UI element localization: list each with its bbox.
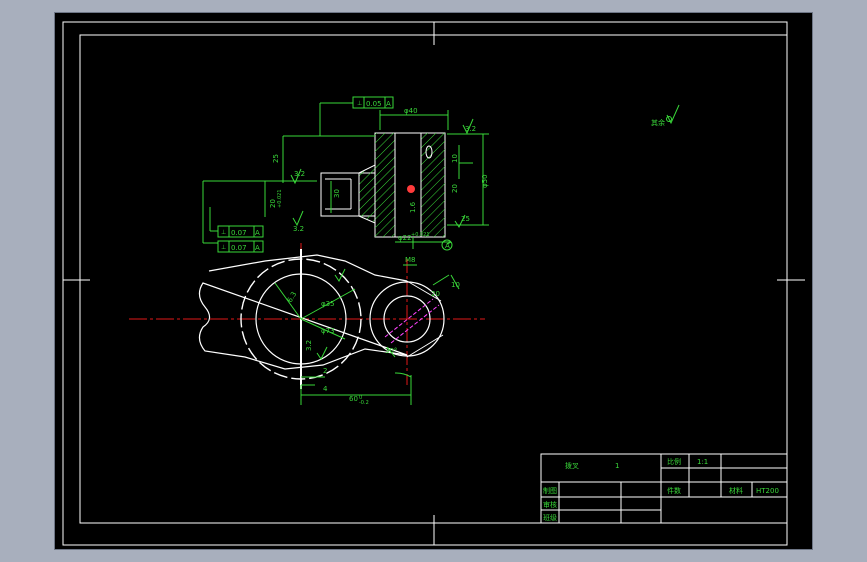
tb-drawn-by: 制图 bbox=[543, 486, 557, 495]
surface-25: 25 bbox=[461, 215, 470, 223]
surface-16: 1.6 bbox=[409, 201, 417, 213]
svg-text:⊥: ⊥ bbox=[221, 229, 226, 236]
tol-perp-symbol: ⊥ bbox=[357, 100, 362, 107]
tb-checked-by: 审核 bbox=[543, 500, 557, 509]
tolerance-left-2-datum: A bbox=[255, 244, 260, 252]
tb-count-label: 件数 bbox=[667, 486, 681, 495]
tb-scale-value: 1:1 bbox=[697, 458, 708, 466]
boss-hatch-left bbox=[375, 133, 395, 237]
dim-top-width: φ40 bbox=[404, 107, 418, 115]
section-view: ⊥ 0.05 A ⊥ 0.07 A ⊥ 0.07 A φ40 25 30 20 … bbox=[202, 96, 489, 253]
tb-quantity: 1 bbox=[615, 462, 619, 470]
dim-height-25: 25 bbox=[272, 154, 280, 163]
dim-hole: φ22 bbox=[398, 234, 412, 242]
dim-30: 30 bbox=[333, 189, 341, 198]
dim-60-tol-low: -0.2 bbox=[359, 400, 369, 406]
dim-phi35: φ35 bbox=[321, 300, 335, 308]
roughness-note-label: 其余 bbox=[651, 118, 665, 127]
inner-frame bbox=[79, 34, 788, 524]
datum-label: A bbox=[445, 242, 450, 250]
dim-bore: 20 bbox=[269, 199, 277, 208]
tb-class: 班级 bbox=[543, 513, 557, 522]
dim-m8: M8 bbox=[405, 256, 416, 264]
tolerance-left-1-datum: A bbox=[255, 229, 260, 237]
dim-hole-tol: +0.021 bbox=[411, 232, 430, 238]
tb-scale-label: 比例 bbox=[667, 457, 681, 466]
dim-10-front: 10 bbox=[451, 281, 460, 289]
tolerance-top: 0.05 bbox=[366, 100, 382, 108]
tolerance-left-2: 0.07 bbox=[231, 244, 247, 252]
surface-32-front: 3.2 bbox=[305, 340, 313, 351]
surface-63-front: 6.3 bbox=[286, 290, 298, 304]
tb-part-name: 拨叉 bbox=[565, 461, 579, 470]
surface-32-b: 3.2 bbox=[293, 225, 304, 233]
svg-text:⊥: ⊥ bbox=[221, 244, 226, 251]
dim-20-right: 20 bbox=[451, 184, 459, 193]
arm-hatch bbox=[358, 164, 376, 224]
hole-marker bbox=[407, 185, 415, 193]
cad-drawing-canvas[interactable]: ⊥ 0.05 A ⊥ 0.07 A ⊥ 0.07 A φ40 25 30 20 … bbox=[55, 13, 812, 549]
tb-material-value: HT200 bbox=[756, 487, 779, 495]
dim-60: 60 bbox=[349, 395, 358, 403]
tolerance-left-1: 0.07 bbox=[231, 229, 247, 237]
centering-marks bbox=[63, 22, 805, 545]
dim-50: φ50 bbox=[481, 174, 489, 188]
dim-10: 10 bbox=[451, 154, 459, 163]
boss-hatch-right bbox=[421, 133, 445, 237]
outer-sheet-border bbox=[62, 21, 788, 546]
dim-bore-tol: +0.021 bbox=[277, 189, 283, 208]
front-view: M8 20 φ35 φ73 2 4 60 0 -0.2 10 3.2 6.3 3… bbox=[129, 243, 485, 406]
dim-30-deg: 30° bbox=[385, 347, 397, 355]
dim-4: 4 bbox=[323, 385, 328, 393]
tolerance-top-datum: A bbox=[386, 100, 391, 108]
dim-phi73: φ73 bbox=[321, 327, 335, 335]
tb-material-label: 材料 bbox=[729, 486, 743, 495]
dim-20: 20 bbox=[431, 290, 440, 298]
drawing-viewport[interactable]: ⊥ 0.05 A ⊥ 0.07 A ⊥ 0.07 A φ40 25 30 20 … bbox=[54, 12, 813, 550]
fork-body-outline bbox=[198, 254, 408, 370]
dim-2: 2 bbox=[323, 367, 327, 375]
roughness-note: 其余 bbox=[651, 104, 680, 127]
